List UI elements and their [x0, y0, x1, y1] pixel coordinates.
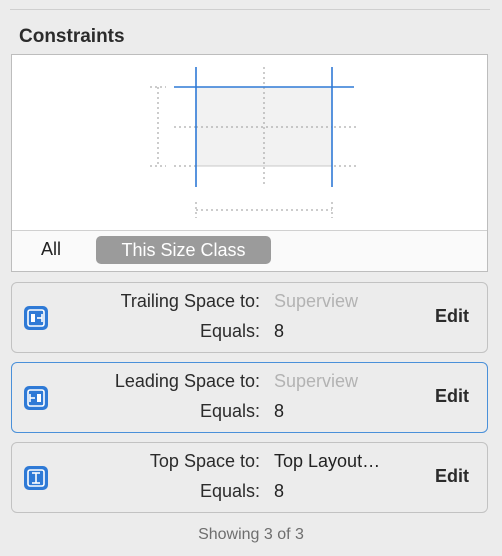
top-divider	[10, 9, 490, 10]
constraint-card-leading[interactable]: Leading Space to: Superview Equals: 8 Ed…	[11, 362, 488, 433]
constraint-name: Trailing Space to:	[120, 291, 260, 311]
status-footer: Showing 3 of 3	[198, 526, 304, 543]
constraint-card-top[interactable]: Top Space to: Top Layout… Equals: 8 Edit	[11, 442, 488, 513]
constraint-target: Superview	[274, 371, 359, 391]
leading-space-icon	[24, 386, 48, 410]
scope-bar: All This Size Class	[12, 230, 487, 271]
scope-all-button[interactable]: All	[41, 239, 61, 260]
constraint-value: 8	[274, 321, 285, 341]
constraints-preview: All This Size Class	[11, 54, 488, 272]
constraints-diagram	[150, 67, 356, 218]
constraint-name: Leading Space to:	[114, 371, 260, 391]
equals-label: Equals:	[199, 321, 260, 341]
edit-button[interactable]: Edit	[435, 466, 469, 487]
trailing-space-icon	[24, 306, 48, 330]
equals-label: Equals:	[199, 481, 260, 501]
edit-button[interactable]: Edit	[435, 306, 469, 327]
constraint-target: Top Layout…	[274, 451, 381, 471]
constraint-card-trailing[interactable]: Trailing Space to: Superview Equals: 8 E…	[11, 282, 488, 353]
constraint-value: 8	[274, 401, 285, 421]
constraint-target: Superview	[274, 291, 359, 311]
constraint-name: Top Space to:	[149, 451, 260, 471]
scope-size-class-button[interactable]: This Size Class	[96, 236, 271, 264]
equals-label: Equals:	[199, 401, 260, 421]
top-space-icon	[24, 466, 48, 490]
constraint-value: 8	[274, 481, 285, 501]
edit-button[interactable]: Edit	[435, 386, 469, 407]
section-title: Constraints	[19, 26, 125, 47]
